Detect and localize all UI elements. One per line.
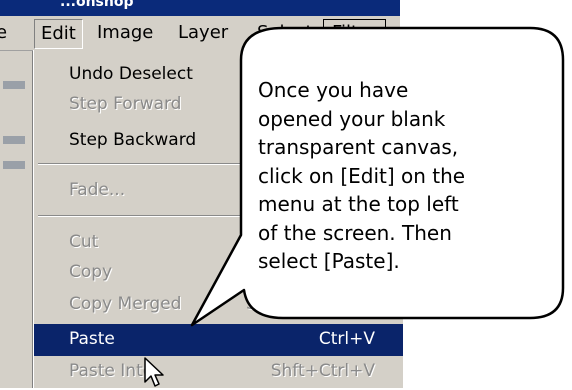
menu-edit[interactable]: Edit (34, 19, 83, 49)
menu-item-copy-merged[interactable]: Copy Merged Sh (34, 290, 403, 320)
callout-line: of the screen. Then (258, 220, 452, 245)
menu-item-label: Cut (69, 232, 99, 252)
callout-line: select [Paste]. (258, 249, 400, 273)
menu-item-shortcut: Shft+Ctrl+V (270, 361, 375, 381)
callout-line: click on [Edit] on the (258, 163, 466, 188)
menu-bar: e Edit Image Layer Select Filter (0, 16, 400, 51)
menu-file-fragment[interactable]: e (0, 22, 7, 43)
tool-strip (0, 51, 33, 388)
menu-item-label: Undo Deselect (69, 64, 193, 84)
menu-item-label: Paste Into (69, 361, 154, 381)
menu-item-label: Copy Merged (69, 294, 182, 314)
menu-item-label: Paste (69, 329, 115, 349)
callout-line: opened your blank (258, 106, 446, 131)
menu-item-label: Step Backward (69, 130, 197, 150)
title-bar: ...ohshop (0, 0, 400, 16)
callout-text: Once you have opened your blank transpar… (258, 76, 558, 276)
menu-item-label: Copy (69, 262, 113, 282)
tool-icon[interactable] (3, 81, 25, 89)
menu-item-paste-into[interactable]: Paste Into Shft+Ctrl+V (34, 357, 403, 387)
arrow-cursor-icon (144, 357, 164, 387)
tool-icon[interactable] (3, 161, 25, 169)
menu-item-shortcut: Sh (246, 294, 268, 314)
menu-item-label: Fade... (69, 180, 126, 200)
tool-icon[interactable] (3, 136, 25, 144)
callout-line: Once you have (258, 78, 409, 102)
callout-line: menu at the top left (258, 192, 459, 216)
menu-image[interactable]: Image (97, 22, 153, 43)
title-text: ...ohshop (60, 0, 134, 10)
menu-item-shortcut: Ctrl+V (318, 329, 375, 349)
menu-item-label: Step Forward (69, 94, 182, 114)
menu-layer[interactable]: Layer (178, 22, 228, 43)
menu-select[interactable]: Select (257, 22, 313, 43)
menu-filter[interactable]: Filter (323, 19, 386, 48)
menu-item-paste[interactable]: Paste Ctrl+V (34, 324, 403, 356)
callout-line: transparent canvas, (258, 135, 459, 159)
